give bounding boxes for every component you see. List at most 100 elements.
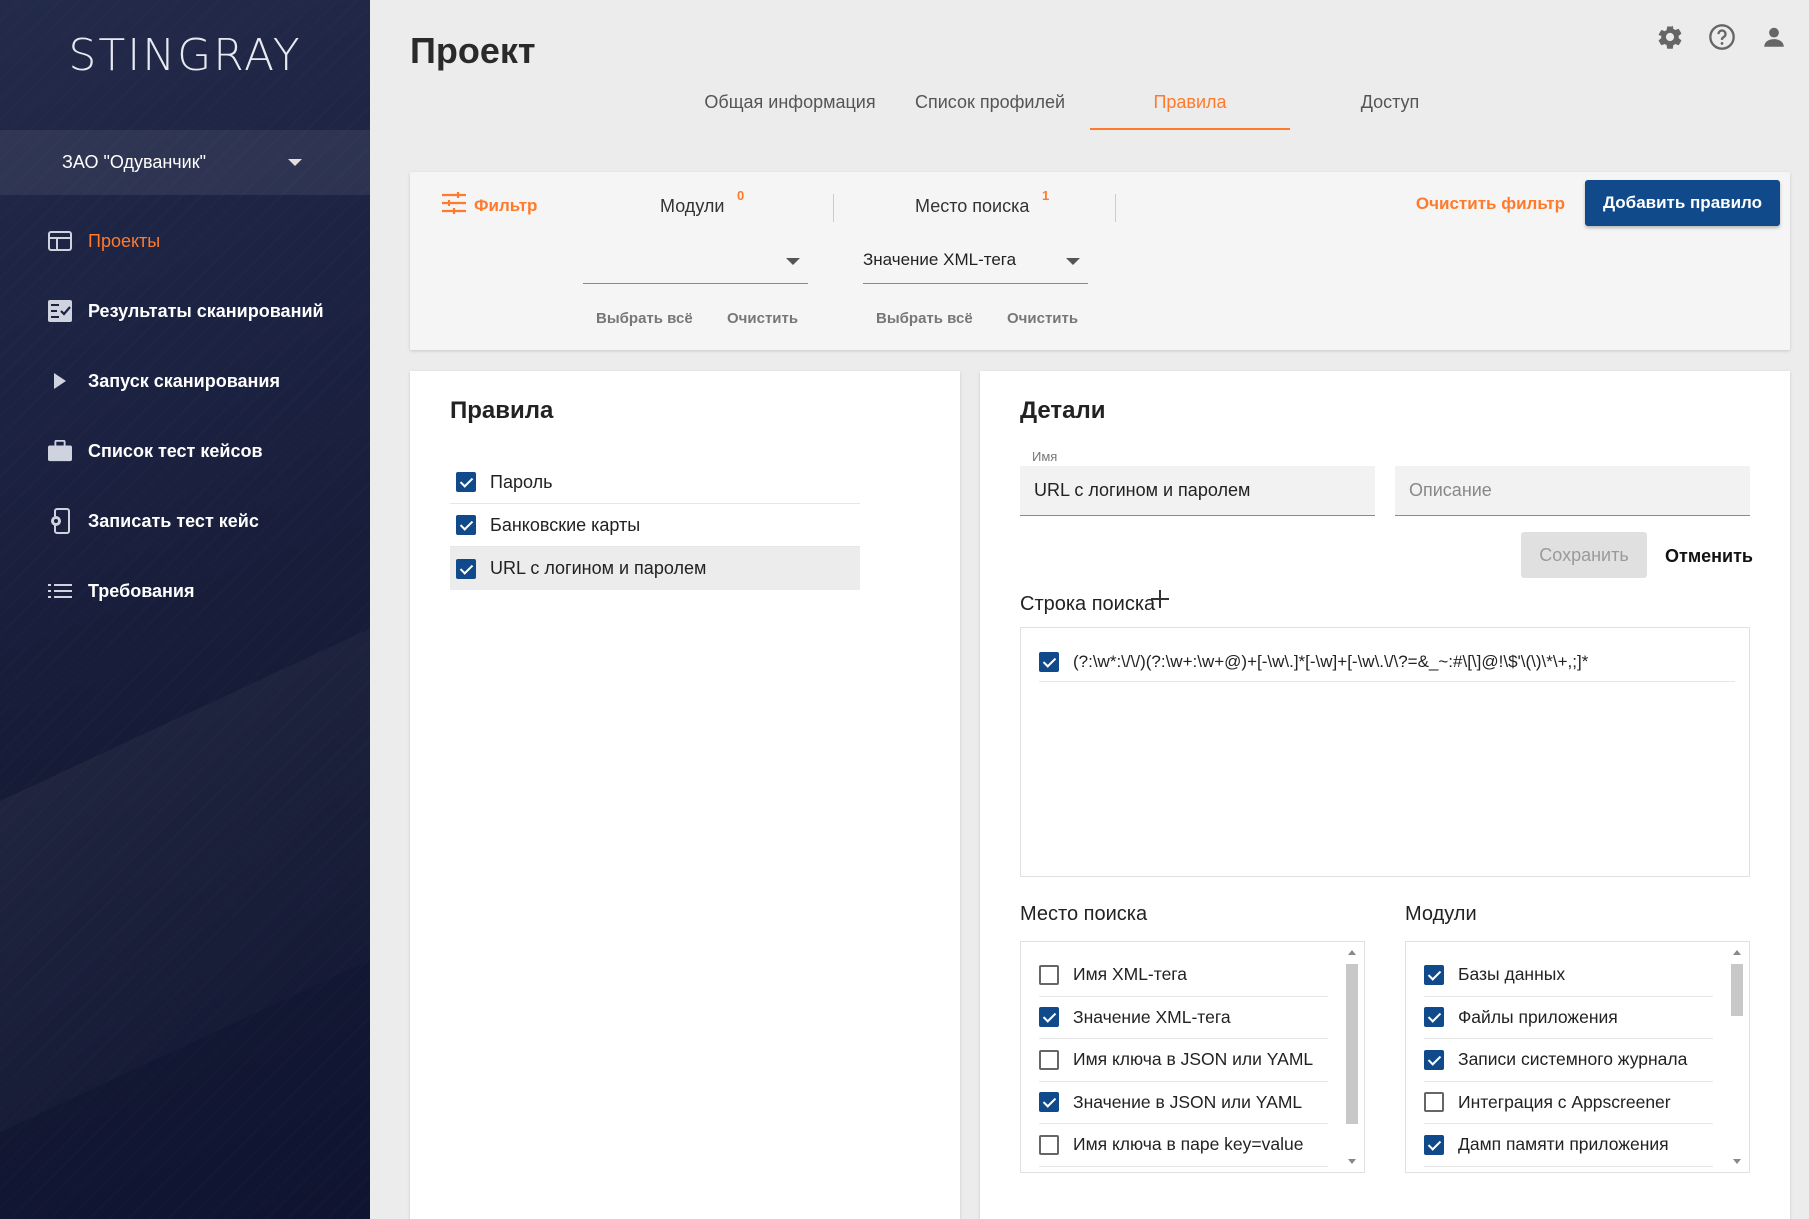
sidebar-item-requirements[interactable]: Требования — [0, 556, 370, 626]
location-checkbox[interactable] — [1039, 964, 1059, 985]
rule-checkbox[interactable] — [456, 515, 476, 535]
filter-location-select[interactable]: Значение XML-тега — [863, 244, 1088, 284]
cancel-button[interactable]: Отменить — [1665, 546, 1753, 567]
name-field-value: URL с логином и паролем — [1034, 480, 1251, 500]
divider — [833, 194, 834, 222]
module-checkbox[interactable] — [1424, 964, 1444, 985]
location-item[interactable]: Имя XML-тега — [1039, 954, 1328, 997]
record-device-icon — [48, 508, 72, 534]
location-label: Имя XML-тега — [1073, 964, 1188, 985]
gear-icon[interactable] — [1655, 22, 1685, 52]
tab-rules[interactable]: Правила — [1090, 82, 1290, 130]
add-rule-button[interactable]: Добавить правило — [1585, 180, 1780, 226]
rule-item-selected[interactable]: URL с логином и паролем — [450, 547, 860, 590]
modules-clear[interactable]: Очистить — [727, 310, 798, 327]
location-checkbox[interactable] — [1039, 1134, 1059, 1155]
rule-checkbox[interactable] — [456, 558, 476, 579]
user-icon[interactable] — [1759, 22, 1789, 52]
module-item[interactable]: Дамп памяти приложения — [1424, 1124, 1713, 1167]
rule-checkbox[interactable] — [456, 472, 476, 492]
clear-filter-button[interactable]: Очистить фильтр — [1416, 194, 1565, 214]
help-icon[interactable] — [1707, 22, 1737, 52]
tab-access[interactable]: Доступ — [1290, 82, 1490, 130]
module-item[interactable]: Базы данных — [1424, 954, 1713, 997]
location-label: Значение в JSON или YAML — [1073, 1091, 1303, 1112]
module-label: Интеграция с Appscreener — [1458, 1091, 1671, 1112]
rule-label: Пароль — [490, 471, 553, 492]
tab-general-info[interactable]: Общая информация — [690, 82, 890, 130]
name-field[interactable]: URL с логином и паролем — [1020, 466, 1375, 516]
search-string-value: (?:\w*:\/\/)(?:\w+:\w+@)+[-\w\.]*[-\w]+[… — [1073, 651, 1589, 671]
description-field[interactable]: Описание — [1395, 466, 1750, 516]
module-checkbox[interactable] — [1424, 1092, 1444, 1113]
sidebar-item-record-test-case[interactable]: Записать тест кейс — [0, 486, 370, 556]
filter-modules-count: 0 — [737, 188, 745, 203]
location-scrollbar[interactable] — [1344, 946, 1360, 1168]
list-icon — [48, 579, 72, 603]
sidebar-item-scan-results[interactable]: Результаты сканирований — [0, 276, 370, 346]
sidebar-item-label: Проекты — [88, 230, 161, 251]
location-checkbox[interactable] — [1039, 1007, 1059, 1028]
scrollbar-thumb[interactable] — [1346, 964, 1358, 1124]
tab-profiles[interactable]: Список профилей — [890, 82, 1090, 130]
module-checkbox[interactable] — [1424, 1007, 1444, 1028]
scrollbar-thumb[interactable] — [1731, 964, 1743, 1016]
location-checkbox[interactable] — [1039, 1092, 1059, 1113]
sidebar-item-test-cases[interactable]: Список тест кейсов — [0, 416, 370, 486]
scroll-up-icon[interactable] — [1733, 950, 1741, 955]
filter-location-title: Место поиска — [915, 196, 1030, 216]
sidebar-item-projects[interactable]: Проекты — [0, 206, 370, 276]
module-checkbox[interactable] — [1424, 1134, 1444, 1155]
scroll-up-icon[interactable] — [1348, 950, 1356, 955]
top-toolbar — [1655, 22, 1789, 52]
name-field-label: Имя — [1032, 449, 1058, 464]
add-search-string-icon[interactable] — [1150, 589, 1170, 609]
location-item[interactable]: Значение XML-тега — [1039, 997, 1328, 1039]
sidebar-item-label: Список тест кейсов — [88, 440, 263, 461]
modules-title: Модули — [1405, 903, 1477, 925]
location-label: Имя ключа в JSON или YAML — [1073, 1049, 1314, 1070]
search-strings-box: (?:\w*:\/\/)(?:\w+:\w+@)+[-\w\.]*[-\w]+[… — [1020, 627, 1750, 877]
projects-icon — [48, 229, 72, 253]
rules-panel: Правила Пароль Банковские карты URL с ло… — [410, 371, 960, 1219]
location-clear[interactable]: Очистить — [1007, 310, 1078, 327]
module-label: Базы данных — [1458, 964, 1566, 985]
location-label: Значение XML-тега — [1073, 1006, 1231, 1027]
location-list: Имя XML-тега Значение XML-тега Имя ключа… — [1020, 941, 1365, 1173]
briefcase-icon — [48, 439, 72, 463]
rule-item[interactable]: Банковские карты — [450, 504, 860, 547]
details-title: Детали — [1020, 397, 1106, 424]
module-label: Файлы приложения — [1458, 1006, 1618, 1027]
module-item[interactable]: Интеграция с Appscreener — [1424, 1082, 1713, 1124]
play-icon — [48, 369, 72, 393]
rule-item[interactable]: Пароль — [450, 461, 860, 504]
sidebar-item-start-scan[interactable]: Запуск сканирования — [0, 346, 370, 416]
filter-modules-select[interactable] — [583, 244, 808, 284]
location-item[interactable]: Имя ключа в паре key=value — [1039, 1124, 1328, 1167]
modules-scrollbar[interactable] — [1729, 946, 1745, 1168]
sidebar-item-label: Требования — [88, 580, 195, 601]
organization-name: ЗАО "Одуванчик" — [62, 152, 206, 172]
sidebar-item-label: Запуск сканирования — [88, 370, 280, 391]
app-logo: STINGRAY — [68, 30, 302, 81]
filter-modules-title: Модули — [660, 196, 725, 216]
module-checkbox[interactable] — [1424, 1049, 1444, 1070]
sidebar-nav: Проекты Результаты сканирований Запуск с… — [0, 206, 370, 626]
scroll-down-icon[interactable] — [1348, 1159, 1356, 1164]
location-title: Место поиска — [1020, 903, 1148, 925]
save-button[interactable]: Сохранить — [1521, 532, 1647, 578]
module-item[interactable]: Записи системного журнала — [1424, 1039, 1713, 1082]
location-select-all[interactable]: Выбрать всё — [876, 310, 973, 327]
description-placeholder: Описание — [1409, 480, 1492, 500]
search-string-checkbox[interactable] — [1039, 651, 1059, 672]
chevron-down-icon — [288, 159, 302, 166]
location-checkbox[interactable] — [1039, 1049, 1059, 1070]
location-item[interactable]: Значение в JSON или YAML — [1039, 1082, 1328, 1124]
location-item[interactable]: Имя ключа в JSON или YAML — [1039, 1039, 1328, 1082]
filter-toggle[interactable]: Фильтр — [442, 192, 537, 219]
search-string-row[interactable]: (?:\w*:\/\/)(?:\w+:\w+@)+[-\w\.]*[-\w]+[… — [1039, 642, 1735, 682]
scroll-down-icon[interactable] — [1733, 1159, 1741, 1164]
module-item[interactable]: Файлы приложения — [1424, 997, 1713, 1039]
organization-selector[interactable]: ЗАО "Одуванчик" — [0, 130, 370, 195]
modules-select-all[interactable]: Выбрать всё — [596, 310, 693, 327]
